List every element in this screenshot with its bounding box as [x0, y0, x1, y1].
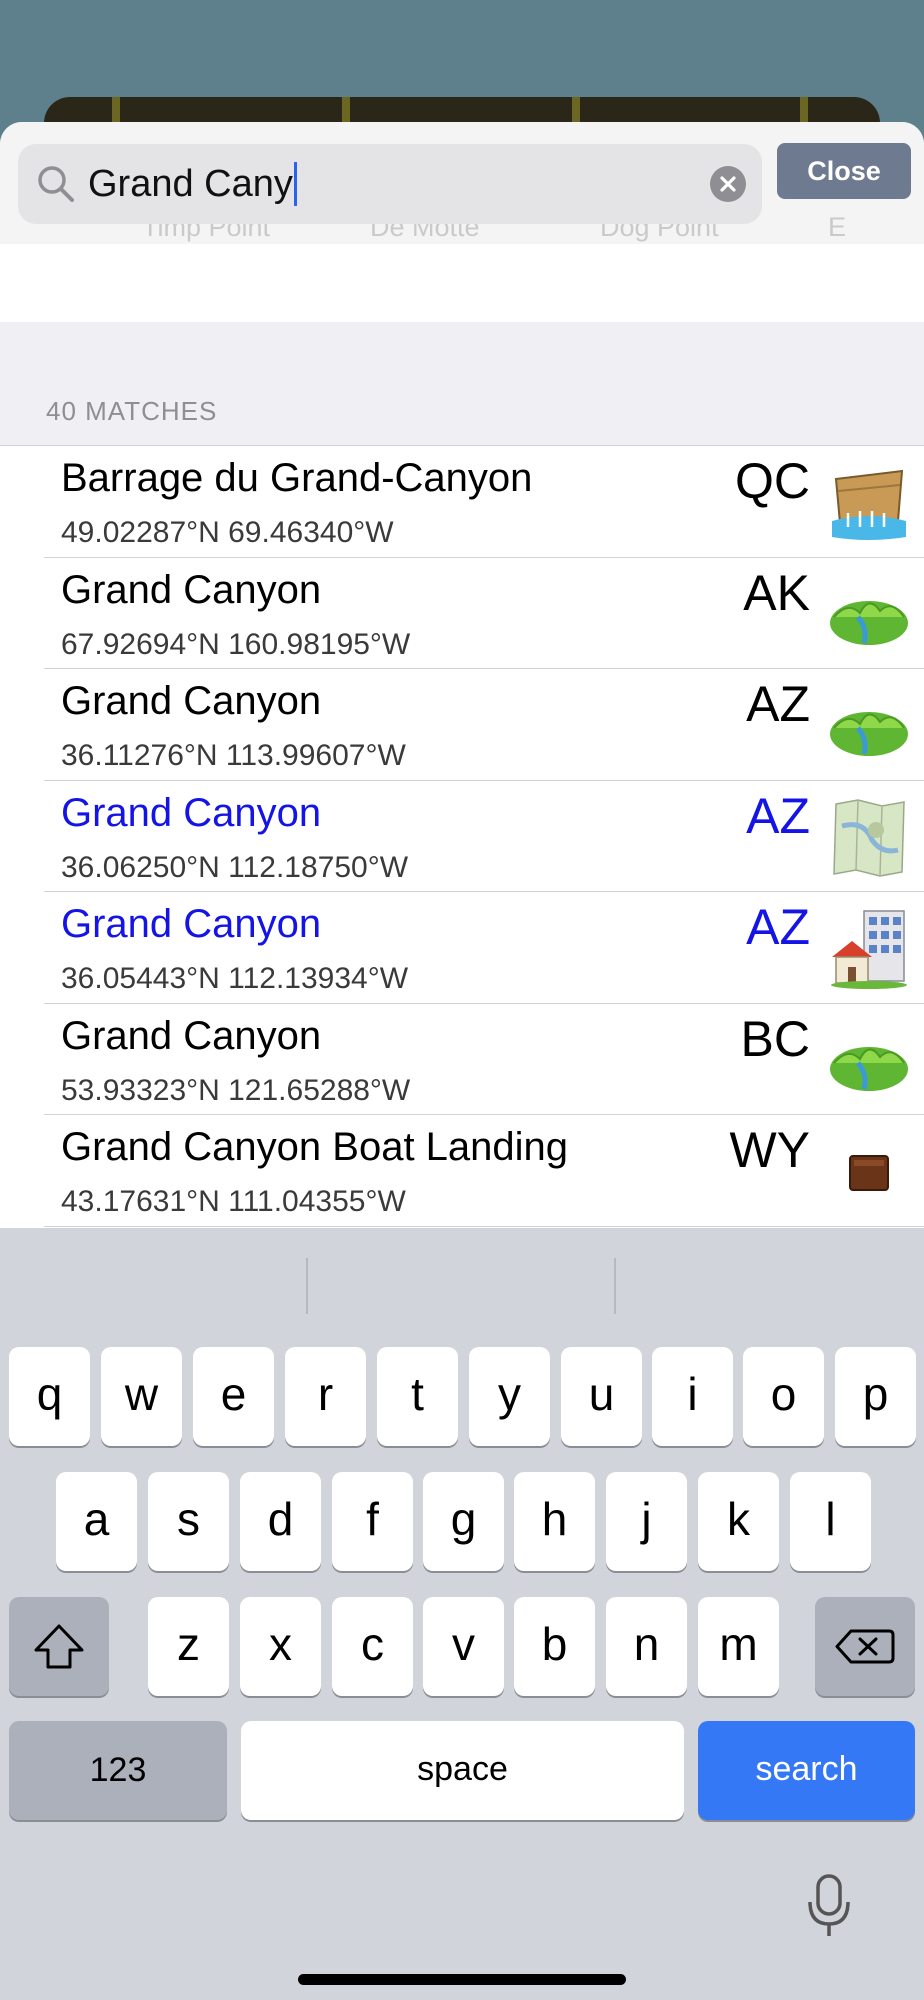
suggestion-divider — [306, 1258, 308, 1314]
suggestion-divider — [614, 1258, 616, 1314]
space-key[interactable]: space — [241, 1721, 684, 1820]
place-name: Grand Canyon — [61, 567, 322, 612]
key-i[interactable]: i — [652, 1347, 733, 1446]
dam-icon — [832, 469, 906, 540]
place-state: AK — [743, 564, 810, 621]
text-cursor — [293, 162, 297, 206]
divider — [44, 1225, 924, 1227]
key-u[interactable]: u — [561, 1347, 642, 1446]
town-icon — [831, 910, 907, 989]
key-s[interactable]: s — [148, 1472, 229, 1571]
shift-icon — [34, 1624, 84, 1669]
key-h[interactable]: h — [514, 1472, 595, 1571]
place-coords: 36.06250°N 112.18750°W — [61, 850, 409, 884]
clear-icon[interactable] — [710, 166, 746, 202]
key-f[interactable]: f — [332, 1472, 413, 1571]
landing-icon — [849, 1155, 889, 1191]
key-g[interactable]: g — [423, 1472, 504, 1571]
key-b[interactable]: b — [514, 1597, 595, 1696]
list-item[interactable]: Grand Canyon Boat Landing 43.17631°N 111… — [0, 1115, 924, 1227]
place-coords: 67.92694°N 160.98195°W — [61, 627, 411, 661]
key-m[interactable]: m — [698, 1597, 779, 1696]
numbers-key[interactable]: 123 — [9, 1721, 227, 1820]
key-k[interactable]: k — [698, 1472, 779, 1571]
place-coords: 36.05443°N 112.13934°W — [61, 962, 409, 995]
key-q[interactable]: q — [9, 1347, 90, 1446]
key-x[interactable]: x — [240, 1597, 321, 1696]
valley-icon — [830, 1046, 908, 1091]
search-input[interactable]: Grand Cany — [18, 144, 762, 224]
place-state: QC — [735, 453, 810, 509]
search-key[interactable]: search — [698, 1721, 915, 1820]
place-coords: 53.93323°N 121.65288°W — [61, 1073, 411, 1107]
key-y[interactable]: y — [469, 1347, 550, 1446]
key-c[interactable]: c — [332, 1597, 413, 1696]
key-t[interactable]: t — [377, 1347, 458, 1446]
list-item[interactable]: Barrage du Grand-Canyon 49.02287°N 69.46… — [0, 446, 924, 558]
place-coords: 36.11276°N 113.99607°W — [61, 739, 406, 772]
key-w[interactable]: w — [101, 1347, 182, 1446]
place-coords: 49.02287°N 69.46340°W — [61, 516, 394, 549]
place-name: Grand Canyon — [61, 902, 322, 946]
place-state: AZ — [746, 787, 810, 844]
key-o[interactable]: o — [743, 1347, 824, 1446]
key-z[interactable]: z — [148, 1597, 229, 1696]
delete-key[interactable] — [815, 1597, 915, 1696]
key-j[interactable]: j — [606, 1472, 687, 1571]
map-label: E — [828, 212, 847, 242]
valley-icon — [830, 600, 908, 645]
place-coords: 43.17631°N 111.04355°W — [61, 1185, 406, 1218]
home-indicator — [298, 1974, 626, 1985]
key-l[interactable]: l — [790, 1472, 871, 1571]
place-name: Grand Canyon — [61, 790, 322, 835]
place-state: BC — [740, 1010, 810, 1067]
place-name: Grand Canyon — [61, 1013, 322, 1058]
key-p[interactable]: p — [835, 1347, 916, 1446]
results-list: Barrage du Grand-Canyon 49.02287°N 69.46… — [0, 446, 924, 1227]
key-n[interactable]: n — [606, 1597, 687, 1696]
place-name: Grand Canyon Boat Landing — [61, 1125, 569, 1169]
backspace-icon — [835, 1629, 895, 1664]
place-name: Grand Canyon — [61, 679, 322, 723]
key-r[interactable]: r — [285, 1347, 366, 1446]
list-item[interactable]: Grand Canyon 36.06250°N 112.18750°W AZ — [0, 781, 924, 892]
key-d[interactable]: d — [240, 1472, 321, 1571]
match-count: 40 MATCHES — [46, 396, 218, 426]
keyboard: q w e r t y u i o p a s d f g h j k l z … — [0, 1228, 924, 2000]
search-header: Timp Point De Motte Dog Point E Grand Ca… — [0, 122, 924, 244]
place-state: WY — [729, 1122, 810, 1178]
shift-key[interactable] — [9, 1597, 109, 1696]
microphone-icon[interactable] — [806, 1874, 852, 1938]
key-e[interactable]: e — [193, 1347, 274, 1446]
section-header-band — [0, 322, 924, 446]
key-a[interactable]: a — [56, 1472, 137, 1571]
list-item[interactable]: Grand Canyon 53.93323°N 121.65288°W BC — [0, 1004, 924, 1115]
list-item[interactable]: Grand Canyon 67.92694°N 160.98195°W AK — [0, 558, 924, 669]
valley-icon — [830, 712, 908, 756]
search-sheet: Timp Point De Motte Dog Point E Grand Ca… — [0, 122, 924, 1228]
close-button[interactable]: Close — [777, 143, 911, 199]
search-query[interactable]: Grand Cany — [88, 162, 297, 206]
list-item[interactable]: Grand Canyon 36.11276°N 113.99607°W AZ — [0, 669, 924, 781]
key-v[interactable]: v — [423, 1597, 504, 1696]
place-state: AZ — [746, 899, 810, 955]
search-icon — [38, 166, 74, 202]
search-query-text: Grand Cany — [88, 163, 293, 205]
map-icon — [833, 798, 905, 877]
place-name: Barrage du Grand-Canyon — [61, 456, 533, 500]
place-state: AZ — [746, 676, 810, 732]
list-item[interactable]: Grand Canyon 36.05443°N 112.13934°W AZ — [0, 892, 924, 1004]
